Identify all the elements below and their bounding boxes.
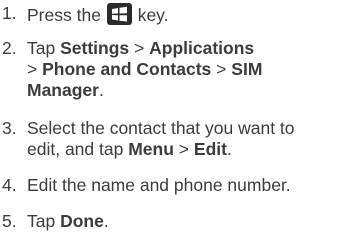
menu-path-sim: SIM [231, 59, 263, 79]
step-text-part: . [98, 80, 104, 100]
step-text: Select the contact that you want to edit… [27, 118, 347, 160]
menu-path-settings: Settings [60, 38, 130, 58]
step-text-part: . [226, 139, 232, 159]
step-number: 4. [2, 175, 17, 195]
path-separator: > [178, 139, 190, 159]
step-number: 1. [2, 3, 17, 23]
menu-path-phone-and-contacts: Phone and Contacts [42, 59, 212, 79]
menu-path-menu: Menu [128, 139, 174, 159]
menu-path-edit: Edit [193, 139, 227, 159]
step-text-part: key. [137, 5, 169, 25]
menu-path-applications: Applications [149, 38, 255, 58]
menu-path-done: Done [60, 211, 104, 231]
step-number: 3. [2, 118, 17, 138]
path-separator: > [134, 38, 145, 58]
step-text-part: Tap [27, 211, 56, 231]
step-text: Press the key. [27, 3, 347, 26]
path-separator: > [27, 59, 38, 79]
step-text-part: Select the contact that you want to [27, 118, 295, 138]
step-text-part: . [103, 211, 109, 231]
step-number: 2. [2, 38, 17, 58]
menu-path-manager: Manager [27, 80, 99, 100]
step-text-part: Press the [27, 5, 101, 25]
path-separator: > [216, 59, 227, 79]
step-text-part: Tap [27, 38, 56, 58]
step-text: Edit the name and phone number. [27, 175, 347, 196]
step-text: Tap Settings > Applications > Phone and … [27, 38, 347, 101]
step-text-part: edit, and tap [27, 139, 124, 159]
windows-start-key-icon [106, 3, 132, 25]
step-text: Tap Done. [27, 211, 347, 232]
step-text-part: Edit the name and phone number. [27, 175, 291, 195]
step-number: 5. [2, 211, 17, 231]
